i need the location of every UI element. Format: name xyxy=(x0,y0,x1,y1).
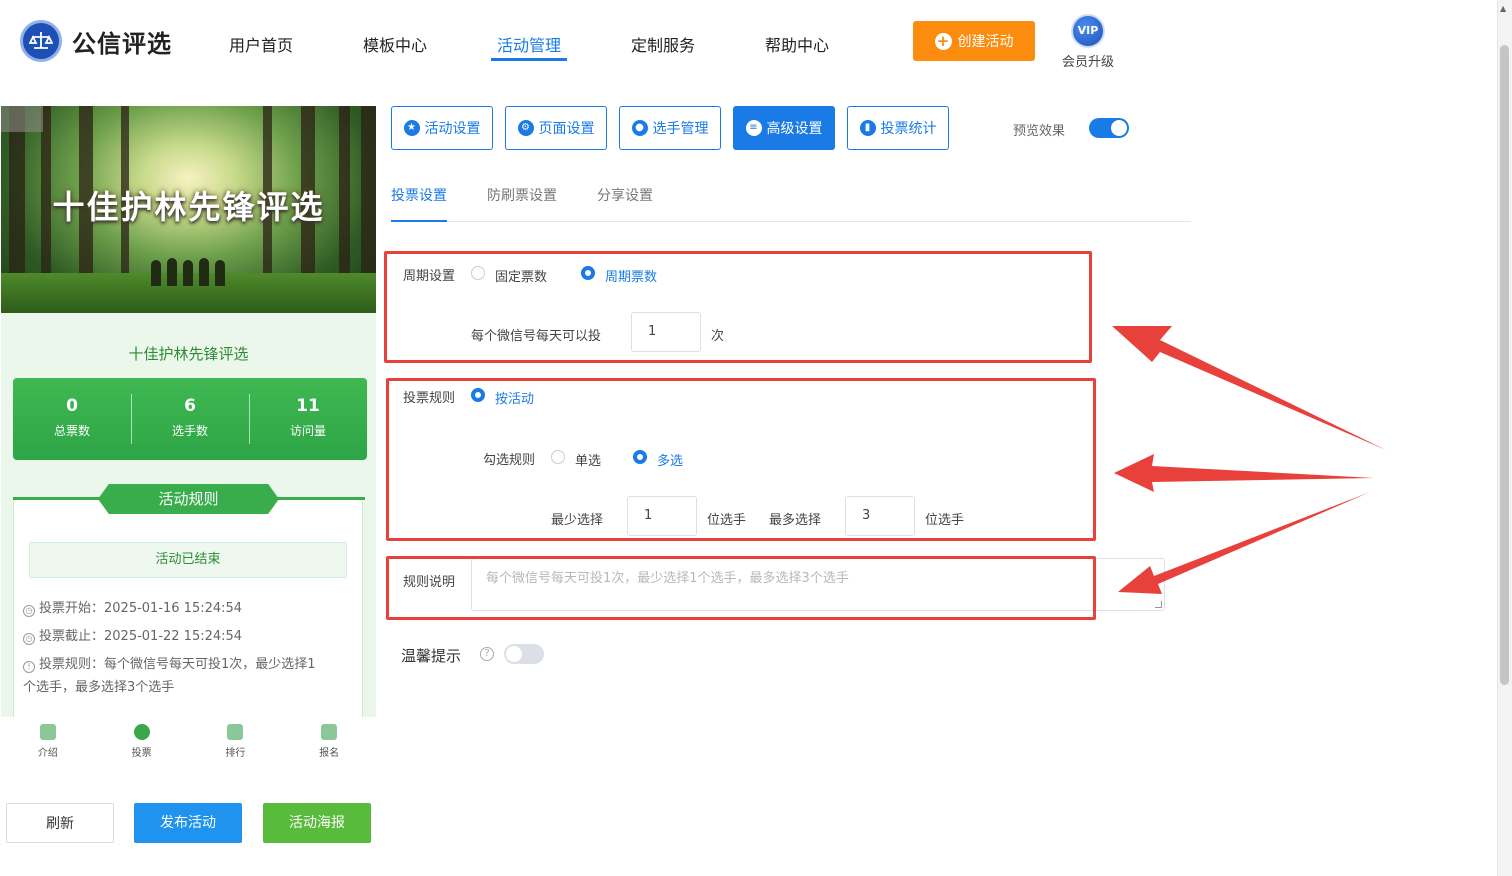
create-activity-button[interactable]: + 创建活动 xyxy=(913,21,1035,61)
gear-icon: ⚙ xyxy=(517,120,534,136)
rules-title: 活动规则 xyxy=(98,484,279,514)
annotation-box-description xyxy=(386,556,1096,620)
preview-toggle-label: 预览效果 xyxy=(1013,124,1066,139)
subtab-active-indicator xyxy=(391,220,447,222)
publish-button[interactable]: 发布活动 xyxy=(134,803,242,843)
vote-statistics-button[interactable]: ▮ 投票统计 xyxy=(847,106,949,150)
arrow-to-period xyxy=(1112,326,1386,450)
vote-start: ◷ 投票开始：2025-01-16 15:24:54 xyxy=(23,597,353,620)
scales-logo-icon xyxy=(20,20,62,62)
vip-upgrade[interactable]: VIP 会员升级 xyxy=(1060,14,1116,70)
advanced-settings-button[interactable]: ≡ 高级设置 xyxy=(733,106,835,150)
tab-signup[interactable]: 报名 xyxy=(282,718,376,766)
preview-tabbar: 介绍 投票 排行 报名 xyxy=(1,718,376,766)
tab-share-settings[interactable]: 分享设置 xyxy=(597,185,653,205)
arrow-to-description xyxy=(1118,492,1370,594)
refresh-button[interactable]: 刷新 xyxy=(6,803,114,843)
stat-contestants: 6 选手数 xyxy=(131,378,249,460)
star-icon: ★ xyxy=(403,120,420,136)
sliders-icon: ≡ xyxy=(745,120,762,136)
nav-active-indicator xyxy=(491,58,567,61)
subtab-divider xyxy=(391,221,1191,222)
users-icon: ● xyxy=(631,120,648,136)
tab-ranking[interactable]: 排行 xyxy=(189,718,283,766)
tab-vote-settings[interactable]: 投票设置 xyxy=(391,185,447,205)
nav-help-center[interactable]: 帮助中心 xyxy=(765,32,829,56)
intro-icon xyxy=(39,724,56,740)
medal-icon xyxy=(227,724,244,740)
edit-icon xyxy=(321,724,338,740)
people-silhouette xyxy=(151,256,231,286)
banner-image: 十佳护林先锋评选 xyxy=(1,106,376,313)
nav-activity-management[interactable]: 活动管理 xyxy=(497,32,561,56)
clock-icon: ◷ xyxy=(23,605,35,617)
info-icon: ! xyxy=(23,661,35,673)
stat-visits: 11 访问量 xyxy=(249,378,367,460)
tab-vote[interactable]: 投票 xyxy=(95,718,189,766)
tab-intro[interactable]: 介绍 xyxy=(1,718,95,766)
plus-circle-icon: + xyxy=(934,32,952,50)
scrollbar-thumb[interactable] xyxy=(1500,45,1509,685)
annotation-arrows xyxy=(1112,326,1386,594)
banner-title: 十佳护林先锋评选 xyxy=(52,188,325,226)
tab-anti-fraud[interactable]: 防刷票设置 xyxy=(487,185,557,205)
bar-chart-icon: ▮ xyxy=(859,120,876,136)
tips-label: 温馨提示 xyxy=(401,647,462,665)
vip-badge-icon: VIP xyxy=(1071,14,1105,48)
nav-custom-service[interactable]: 定制服务 xyxy=(631,32,695,56)
arrow-to-rule xyxy=(1114,454,1374,492)
nav-home[interactable]: 用户首页 xyxy=(229,32,293,56)
activity-name: 十佳护林先锋评选 xyxy=(128,345,249,363)
annotation-box-rule xyxy=(386,378,1096,541)
tips-toggle[interactable] xyxy=(504,644,544,664)
logo[interactable]: 公信评选 xyxy=(20,20,172,62)
scroll-up-arrow-icon[interactable]: ▲ xyxy=(1500,4,1506,13)
page-settings-button[interactable]: ⚙ 页面设置 xyxy=(505,106,607,150)
status-badge: 活动已结束 xyxy=(29,542,347,578)
mobile-preview: 十佳护林先锋评选 十佳护林先锋评选 0 总票数 6 选手数 11 访问量 活动规… xyxy=(1,106,376,717)
stats-panel: 0 总票数 6 选手数 11 访问量 xyxy=(13,378,367,460)
annotation-box-period xyxy=(384,251,1092,363)
poster-button[interactable]: 活动海报 xyxy=(263,803,371,843)
stat-total-votes: 0 总票数 xyxy=(53,396,90,438)
logo-text: 公信评选 xyxy=(72,29,172,58)
question-icon[interactable]: ? xyxy=(480,647,494,661)
vote-rule: ! 投票规则：每个微信号每天可投1次，最少选择1个选手，最多选择3个选手 xyxy=(23,657,316,695)
clock-icon: ◷ xyxy=(23,633,35,645)
vip-upgrade-label: 会员升级 xyxy=(1061,55,1114,70)
vote-end: ◷ 投票截止：2025-01-22 15:24:54 xyxy=(23,625,353,648)
nav-templates[interactable]: 模板中心 xyxy=(363,32,427,56)
contestant-management-button[interactable]: ● 选手管理 xyxy=(619,106,721,150)
create-activity-label: 创建活动 xyxy=(957,34,1014,50)
preview-toggle[interactable] xyxy=(1089,118,1129,138)
activity-settings-button[interactable]: ★ 活动设置 xyxy=(391,106,493,150)
vote-icon xyxy=(133,724,150,740)
